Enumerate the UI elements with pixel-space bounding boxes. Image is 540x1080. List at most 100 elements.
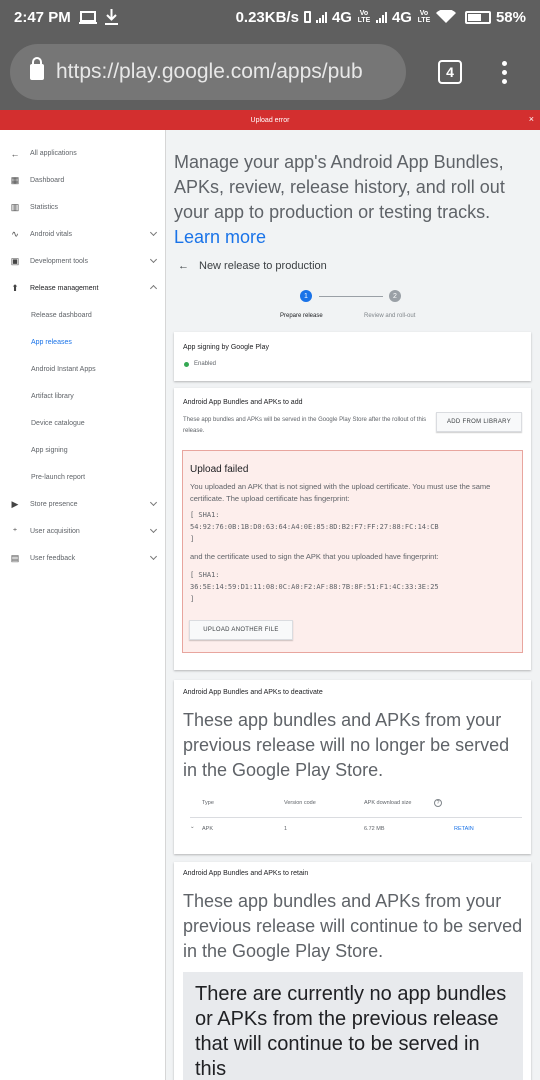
row-version: 1 [284, 826, 288, 832]
apks-to-retain-text: These app bundles and APKs from your pre… [183, 891, 523, 961]
fingerprint-2-open: [ SHA1: [190, 571, 220, 579]
status-bar: 2:47 PM 0.23KB/s 4G Vo LTE 4G Vo LTE 58% [0, 0, 540, 34]
more-options-icon[interactable] [502, 60, 507, 84]
dashboard-icon: ▦ [10, 175, 20, 185]
network-speed: 0.23KB/s [235, 8, 299, 26]
release-stepper: 1 2 Prepare release Review and roll-out [174, 290, 532, 326]
row-type: APK [202, 826, 214, 832]
fingerprint-1-close: ] [190, 535, 195, 543]
url-text: https://play.google.com/apps/pub [56, 60, 363, 83]
page-intro: Manage your app's Android App Bundles, A… [174, 152, 505, 247]
fingerprint-1: 54:92:76:0B:1B:D0:63:64:A4:0E:85:8D:B2:F… [190, 523, 439, 531]
chevron-down-icon [149, 498, 158, 507]
download-icon [104, 9, 118, 25]
dev-tools-icon: ▣ [10, 256, 20, 266]
arrow-left-icon: ← [178, 260, 189, 272]
column-type: Type [202, 800, 214, 806]
sidebar-item-android-vitals[interactable]: ∿ Android vitals [0, 221, 166, 248]
apks-to-retain-title: Android App Bundles and APKs to retain [183, 870, 309, 877]
vitals-icon: ∿ [11, 229, 19, 239]
lock-icon [30, 57, 44, 80]
step-1-label: Prepare release [280, 313, 323, 319]
apks-to-deactivate-title: Android App Bundles and APKs to deactiva… [183, 689, 323, 696]
upload-another-file-button[interactable]: UPLOAD ANOTHER FILE [189, 620, 293, 640]
step-2-label: Review and roll-out [364, 313, 416, 319]
url-bar[interactable]: https://play.google.com/apps/pub [10, 44, 406, 100]
sidebar-item-android-instant-apps[interactable]: Android Instant Apps [0, 356, 166, 383]
battery-icon [464, 10, 491, 24]
step-2-indicator: 2 [389, 290, 401, 302]
browser-toolbar: https://play.google.com/apps/pub 4 [0, 34, 540, 110]
arrow-left-icon: ← [10, 148, 20, 159]
main-content: Manage your app's Android App Bundles, A… [166, 130, 540, 1080]
apks-to-retain-card: Android App Bundles and APKs to retain T… [174, 862, 531, 1080]
sidebar-item-user-feedback[interactable]: ▤ User feedback [0, 545, 166, 572]
wifi-icon [435, 10, 456, 23]
add-from-library-button[interactable]: ADD FROM LIBRARY [436, 412, 522, 432]
rocket-icon: ⬆ [11, 283, 19, 293]
sidebar-item-store-presence[interactable]: ▶ Store presence [0, 491, 166, 518]
status-time: 2:47 PM [14, 8, 71, 26]
signal-icon-2 [375, 11, 387, 23]
column-version-code: Version code [284, 800, 316, 806]
apks-to-add-title: Android App Bundles and APKs to add [183, 399, 303, 406]
upload-failed-box: Upload failed You uploaded an APK that i… [182, 450, 523, 653]
fingerprint-2-close: ] [190, 595, 195, 603]
close-icon[interactable]: × [529, 114, 534, 124]
learn-more-link[interactable]: Learn more [174, 227, 266, 247]
step-1-indicator: 1 [300, 290, 312, 302]
chevron-down-icon [149, 228, 158, 237]
upload-failed-message: You uploaded an APK that is not signed w… [190, 482, 491, 503]
sidebar-item-all-applications[interactable]: ← All applications [0, 140, 166, 167]
sidebar-item-app-releases[interactable]: App releases [0, 329, 166, 356]
chevron-up-icon [149, 284, 158, 293]
volte-icon: Vo LTE [357, 10, 371, 24]
volte-icon-2: Vo LTE [417, 10, 431, 24]
user-add-icon: ⁺ [12, 526, 18, 536]
chevron-down-icon [149, 552, 158, 561]
sidebar-item-pre-launch-report[interactable]: Pre-launch report [0, 464, 166, 491]
tab-switcher-button[interactable]: 4 [438, 60, 462, 84]
apks-to-add-description: These app bundles and APKs will be serve… [183, 417, 427, 434]
app-signing-title: App signing by Google Play [183, 344, 269, 351]
sidebar-item-development-tools[interactable]: ▣ Development tools [0, 248, 166, 275]
vibrate-icon [303, 11, 311, 23]
statistics-icon: ▥ [10, 202, 20, 212]
apks-to-deactivate-text: These app bundles and APKs from your pre… [183, 710, 510, 780]
column-apk-size: APK download size [364, 800, 412, 806]
release-title: New release to production [199, 260, 327, 272]
row-size: 6.72 MB [364, 826, 385, 832]
enabled-check-icon [184, 362, 189, 367]
upload-failed-message-2: and the certificate used to sign the APK… [190, 552, 439, 561]
sidebar-item-user-acquisition[interactable]: ⁺ User acquisition [0, 518, 166, 545]
sidebar-item-statistics[interactable]: ▥ Statistics [0, 194, 166, 221]
store-icon: ▶ [11, 499, 19, 509]
apks-to-deactivate-card: Android App Bundles and APKs to deactiva… [174, 680, 531, 854]
sidebar: ← All applications ▦ Dashboard ▥ Statist… [0, 130, 166, 1080]
step-connector [319, 296, 383, 297]
empty-retain-box: There are currently no app bundles or AP… [183, 972, 523, 1080]
feedback-icon: ▤ [10, 553, 20, 563]
expand-chevron-icon[interactable]: ⌄ [190, 824, 195, 830]
deactivate-table-header: Type Version code APK download size ? [190, 799, 522, 818]
network-type-1: 4G [331, 8, 352, 26]
app-signing-card: App signing by Google Play Enabled [174, 332, 531, 381]
sidebar-item-artifact-library[interactable]: Artifact library [0, 383, 166, 410]
help-icon[interactable]: ? [434, 799, 442, 807]
retain-button[interactable]: RETAIN [454, 826, 474, 832]
empty-retain-message: There are currently no app bundles or AP… [195, 983, 507, 1080]
sidebar-item-app-signing[interactable]: App signing [0, 437, 166, 464]
chevron-down-icon [149, 255, 158, 264]
sidebar-item-release-management[interactable]: ⬆ Release management [0, 275, 166, 302]
sidebar-item-device-catalogue[interactable]: Device catalogue [0, 410, 166, 437]
back-to-releases[interactable]: ← New release to production [178, 260, 327, 272]
sidebar-item-release-dashboard[interactable]: Release dashboard [0, 302, 166, 329]
sidebar-item-dashboard[interactable]: ▦ Dashboard [0, 167, 166, 194]
banner-text: Upload error [250, 116, 290, 124]
network-type-2: 4G [391, 8, 412, 26]
fingerprint-1-open: [ SHA1: [190, 511, 220, 519]
app-signing-status: Enabled [194, 361, 217, 367]
table-row: ⌄ APK 1 6.72 MB RETAIN [190, 820, 522, 846]
fingerprint-2: 36:5E:14:59:D1:11:08:0C:A0:F2:AF:88:7B:8… [190, 583, 439, 591]
chevron-down-icon [149, 525, 158, 534]
